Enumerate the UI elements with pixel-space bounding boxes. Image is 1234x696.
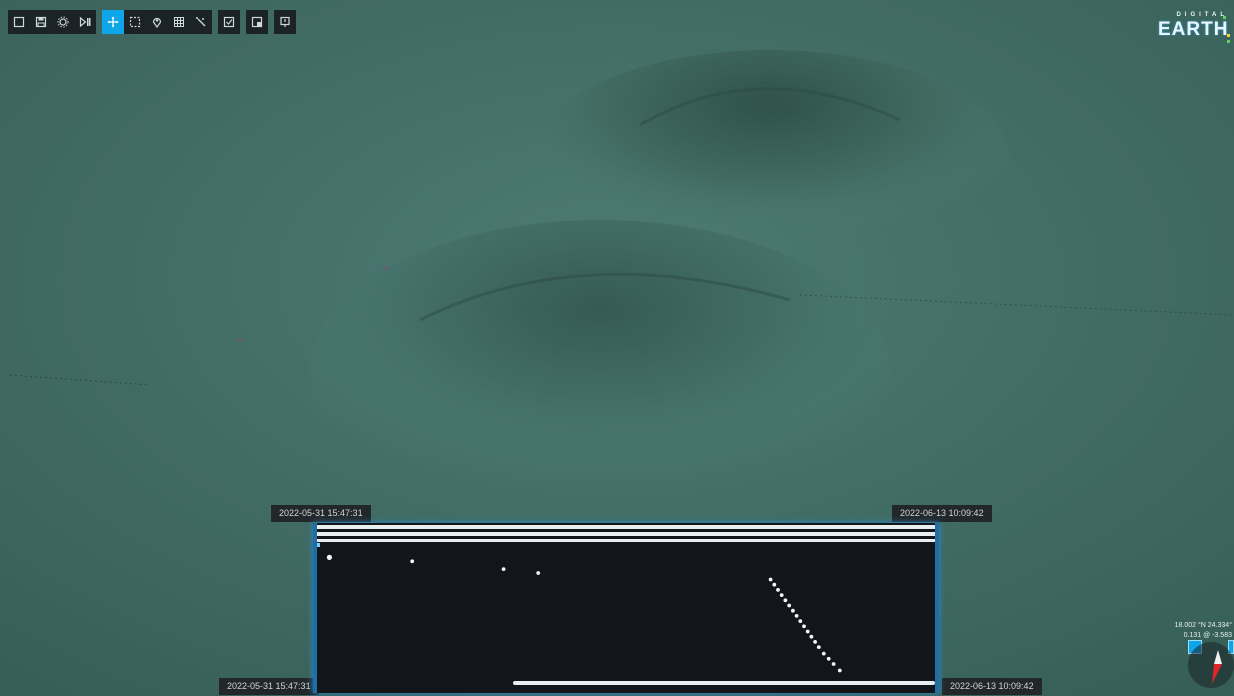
toolbar-group-tools <box>102 10 212 34</box>
compass-widget[interactable] <box>1188 642 1234 688</box>
magic-icon[interactable] <box>190 10 212 34</box>
timeline-track-1[interactable] <box>317 525 935 529</box>
timeline-point[interactable] <box>837 668 842 673</box>
settings-icon[interactable] <box>52 10 74 34</box>
timeline-point[interactable] <box>779 593 784 597</box>
location-pin-icon[interactable] <box>146 10 168 34</box>
timeline-point[interactable] <box>787 603 792 608</box>
coordinate-readout-1: 18.002 °N 24.334° <box>1174 622 1232 629</box>
main-toolbar <box>8 10 296 34</box>
toolbar-group-check <box>218 10 240 34</box>
timeline-point[interactable] <box>809 634 814 639</box>
logo-dot <box>1227 34 1230 37</box>
timeline-chart[interactable] <box>317 523 935 693</box>
timeline-point[interactable] <box>802 624 806 629</box>
timeline-start-handle[interactable] <box>317 543 320 547</box>
timeline-point[interactable] <box>410 559 415 564</box>
timeline-point[interactable] <box>783 598 788 603</box>
info-icon[interactable] <box>274 10 296 34</box>
toolbar-group-info <box>274 10 296 34</box>
move-icon[interactable] <box>102 10 124 34</box>
timeline-point[interactable] <box>501 567 506 571</box>
select-box-icon[interactable] <box>124 10 146 34</box>
seafloor-mound-near <box>310 220 890 520</box>
timeline-point[interactable] <box>831 662 836 666</box>
timeline-panel[interactable] <box>313 523 939 693</box>
play-step-icon[interactable] <box>74 10 96 34</box>
timeline-points <box>326 554 842 673</box>
toolbar-group-export <box>246 10 268 34</box>
timeline-start-label-bottom: 2022-05-31 15:47:31 <box>219 678 319 695</box>
timeline-point[interactable] <box>776 588 780 592</box>
coordinate-readout-2: 0.131 @ -3.583 <box>1183 632 1232 639</box>
grid-icon[interactable] <box>168 10 190 34</box>
logo-main-text: EARTH <box>1158 19 1229 40</box>
timeline-end-label-bottom: 2022-06-13 10:09:42 <box>942 678 1042 695</box>
timeline-point[interactable] <box>826 656 831 661</box>
compass-needle-icon <box>1212 650 1222 684</box>
timeline-point[interactable] <box>805 629 810 634</box>
save-icon[interactable] <box>30 10 52 34</box>
timeline-point[interactable] <box>791 608 795 613</box>
timeline-point[interactable] <box>536 571 541 575</box>
timeline-start-label-top: 2022-05-31 15:47:31 <box>271 505 371 522</box>
digital-earth-logo: DIGITAL EARTH <box>1158 12 1230 44</box>
timeline-point[interactable] <box>813 640 817 644</box>
timeline-point[interactable] <box>794 614 799 618</box>
timeline-point[interactable] <box>772 582 777 587</box>
timeline-scrollbar[interactable] <box>513 681 935 685</box>
timeline-point[interactable] <box>816 645 821 649</box>
toolbar-group-file <box>8 10 96 34</box>
new-file-icon[interactable] <box>8 10 30 34</box>
logo-dot <box>1223 16 1226 19</box>
timeline-end-label-top: 2022-06-13 10:09:42 <box>892 505 992 522</box>
logo-dot <box>1227 40 1230 43</box>
export-icon[interactable] <box>246 10 268 34</box>
logo-top-text: DIGITAL <box>1176 12 1228 18</box>
timeline-track-2[interactable] <box>317 532 935 536</box>
timeline-point[interactable] <box>798 619 803 623</box>
checklist-icon[interactable] <box>218 10 240 34</box>
timeline-point[interactable] <box>821 651 826 656</box>
timeline-track-3[interactable] <box>317 539 935 542</box>
timeline-point[interactable] <box>326 554 332 560</box>
timeline-point[interactable] <box>768 577 773 582</box>
